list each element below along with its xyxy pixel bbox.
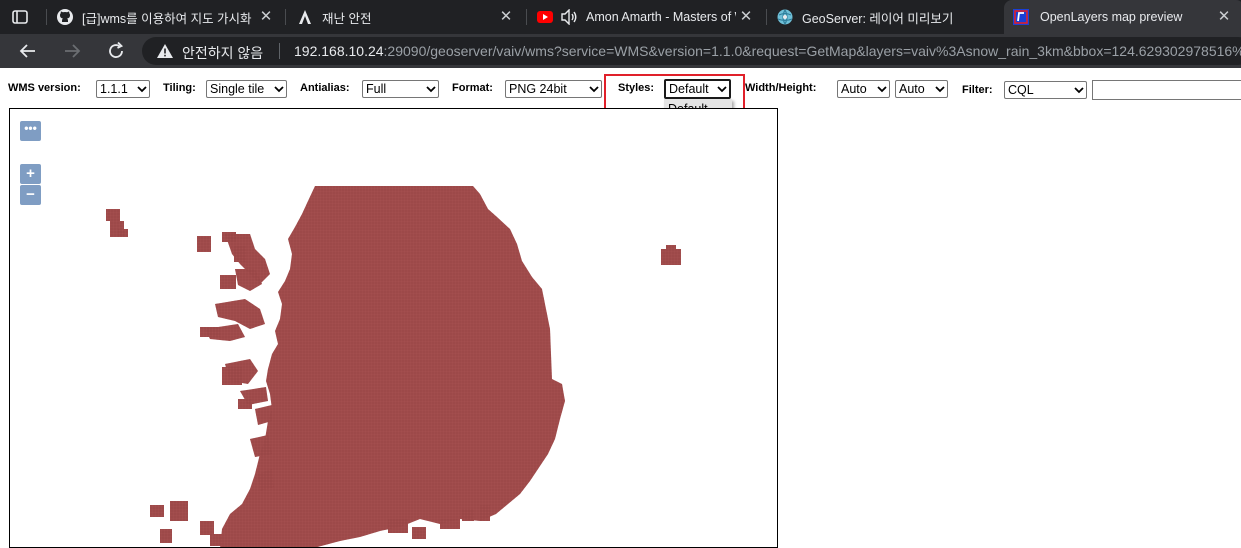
tab-label: [급]wms를 이용하여 지도 가시화 [82, 11, 252, 26]
tab-disaster-safety[interactable]: 재난 안전 ✕ [296, 0, 522, 34]
width-height-label: Width/Height: [745, 82, 817, 94]
width-select[interactable]: Auto [837, 80, 890, 98]
height-value: Auto [899, 82, 925, 96]
tab-geoserver-preview[interactable]: GeoServer: 레이어 미리보기 [776, 0, 1002, 34]
url-path: :29090/geoserver/vaiv/wms?service=WMS&ve… [383, 43, 1241, 59]
openlayers-icon [1012, 8, 1030, 26]
tab-openlayers-preview[interactable]: OpenLayers map preview ✕ [1004, 0, 1241, 34]
url-text[interactable]: 192.168.10.24:29090/geoserver/vaiv/wms?s… [294, 43, 1241, 59]
back-arrow-icon [19, 44, 35, 58]
close-icon[interactable]: ✕ [738, 9, 754, 25]
layer-texture [106, 186, 681, 547]
tab-strip: [급]wms를 이용하여 지도 가시화 ✕ 재난 안전 ✕ Amon Amart… [0, 0, 1241, 34]
filter-input[interactable] [1092, 80, 1241, 100]
tiling-label: Tiling: [163, 82, 196, 94]
wms-version-value: 1.1.1 [100, 82, 128, 96]
tab-label: 재난 안전 [322, 11, 372, 26]
tab-separator [766, 9, 767, 25]
chevron-down-icon [426, 86, 436, 93]
tab-amon-amarth[interactable]: Amon Amarth - Masters of War ✕ [536, 0, 762, 34]
geoserver-icon [776, 8, 794, 26]
tab-separator [46, 9, 47, 25]
format-value: PNG 24bit [509, 82, 567, 96]
address-separator [279, 43, 280, 59]
tab-label: OpenLayers map preview [1040, 10, 1183, 24]
close-icon[interactable]: ✕ [258, 9, 274, 25]
tab-wms-github[interactable]: [급]wms를 이용하여 지도 가시화 ✕ [56, 0, 282, 34]
tab-label: Amon Amarth - Masters of War [586, 10, 736, 24]
tab-label: GeoServer: 레이어 미리보기 [802, 11, 954, 26]
window-menu-icon[interactable] [10, 7, 30, 27]
antialias-label: Antialias: [300, 82, 350, 94]
reload-icon [109, 41, 124, 58]
speaker-icon[interactable] [560, 8, 578, 26]
wms-version-select[interactable]: 1.1.1 [96, 80, 150, 98]
antialias-select[interactable]: Full [362, 80, 439, 98]
chevron-down-icon [274, 86, 284, 93]
chevron-down-icon [589, 86, 599, 93]
chevron-down-icon [935, 86, 945, 93]
url-host: 192.168.10.24 [294, 43, 384, 59]
safety-icon [296, 8, 314, 26]
chevron-down-icon [1074, 87, 1084, 94]
filter-type-value: CQL [1008, 83, 1034, 97]
address-bar[interactable]: 안전하지 않음 192.168.10.24:29090/geoserver/va… [142, 37, 1241, 65]
format-select[interactable]: PNG 24bit [505, 80, 602, 98]
tiling-select[interactable]: Single tile [206, 80, 287, 98]
close-icon[interactable]: ✕ [1216, 9, 1232, 25]
snow-rain-layer [106, 186, 681, 547]
youtube-icon [536, 8, 554, 26]
security-status[interactable]: 안전하지 않음 [182, 43, 263, 63]
tab-separator [526, 9, 527, 25]
github-icon [56, 8, 74, 26]
forward-button[interactable] [60, 39, 84, 63]
close-icon[interactable]: ✕ [498, 9, 514, 25]
browser-toolbar: 안전하지 않음 192.168.10.24:29090/geoserver/va… [0, 34, 1241, 68]
warning-icon[interactable] [156, 43, 174, 59]
filter-label: Filter: [962, 84, 993, 96]
chevron-down-icon [137, 86, 147, 93]
width-value: Auto [841, 82, 867, 96]
format-label: Format: [452, 82, 493, 94]
tab-separator [285, 9, 286, 25]
tiling-value: Single tile [210, 82, 265, 96]
forward-arrow-icon [65, 44, 81, 58]
height-select[interactable]: Auto [895, 80, 948, 98]
back-button[interactable] [16, 39, 40, 63]
filter-type-select[interactable]: CQL [1004, 81, 1087, 99]
antialias-value: Full [366, 82, 387, 96]
reload-button[interactable] [104, 39, 128, 63]
chevron-down-icon [877, 86, 887, 93]
wms-version-label: WMS version: [8, 82, 81, 94]
map-viewport[interactable]: ••• + − [9, 108, 778, 548]
